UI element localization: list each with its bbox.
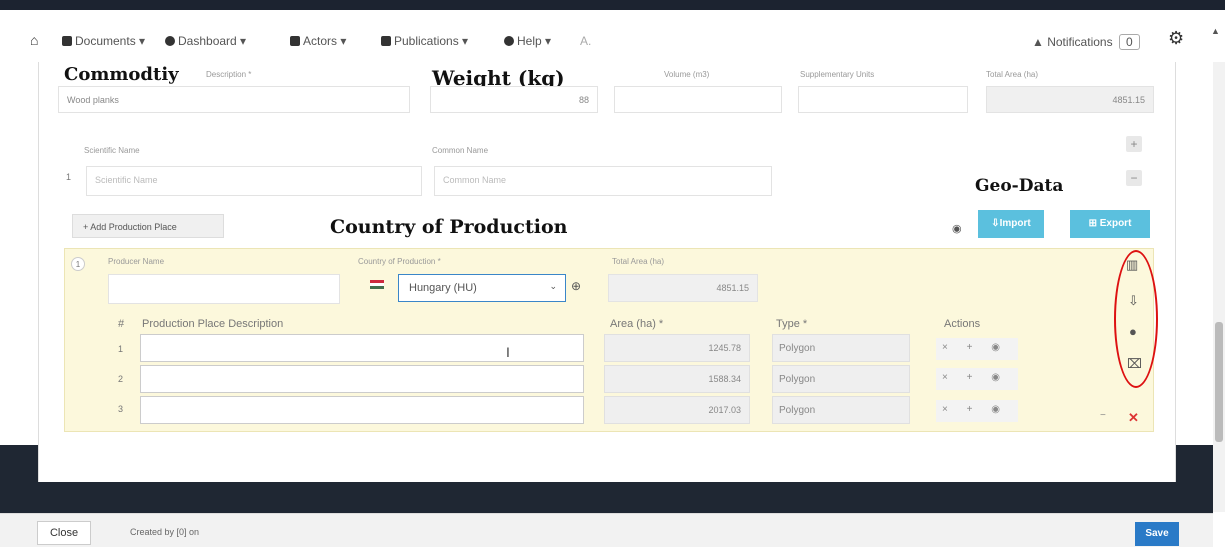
notifications-count: 0 xyxy=(1118,34,1140,50)
scientific-name-input[interactable]: Scientific Name xyxy=(86,166,422,196)
export-button[interactable]: ⊞ Export xyxy=(1070,210,1150,238)
row-num: 2 xyxy=(118,374,124,384)
top-navbar: ⌂ Documents ▾ Dashboard ▾ Actors ▾ Publi… xyxy=(0,0,1225,62)
description-input[interactable] xyxy=(140,334,584,362)
area-field: 1588.34 xyxy=(604,365,750,393)
producer-name-input[interactable] xyxy=(108,274,340,304)
panel-total-area-field: 4851.15 xyxy=(608,274,758,302)
save-button[interactable]: Save xyxy=(1135,522,1179,546)
col-area: Area (ha) * xyxy=(610,318,664,330)
annotation-country-of-production: Country of Production xyxy=(330,216,568,238)
volume-label: Volume (m3) xyxy=(664,70,710,79)
area-field: 2017.03 xyxy=(604,396,750,424)
document-icon xyxy=(62,36,72,46)
common-name-label: Common Name xyxy=(432,146,489,155)
delete-production-place-icon[interactable]: ✕ xyxy=(1128,410,1139,426)
globe-icon[interactable]: ⊕ xyxy=(571,279,581,293)
dashboard-icon xyxy=(165,36,175,46)
scroll-up-arrow-icon[interactable]: ▲ xyxy=(1211,26,1220,36)
publications-icon xyxy=(381,36,391,46)
collapse-dash-icon[interactable]: − xyxy=(1100,410,1106,421)
scrollbar-thumb[interactable] xyxy=(1215,322,1223,442)
import-button[interactable]: ⇩Import xyxy=(978,210,1044,238)
nav-truncated[interactable]: A. xyxy=(580,34,591,48)
panel-total-area-label: Total Area (ha) xyxy=(612,257,665,266)
type-field: Polygon xyxy=(772,365,910,393)
remove-species-button[interactable]: − xyxy=(1126,170,1142,186)
description-input[interactable] xyxy=(140,396,584,424)
nav-publications[interactable]: Publications ▾ xyxy=(381,34,468,48)
add-species-button[interactable]: + xyxy=(1126,136,1142,152)
help-icon xyxy=(504,36,514,46)
created-by-text: Created by [0] on xyxy=(130,527,200,537)
col-num: # xyxy=(118,318,125,330)
col-type: Type * xyxy=(776,318,808,330)
species-row-index: 1 xyxy=(66,172,72,182)
annotation-geo-data: Geo-Data xyxy=(975,176,1064,196)
modal-footer: Close Created by [0] on Save xyxy=(0,513,1213,547)
description-field[interactable]: Wood planks xyxy=(58,86,410,113)
eye-icon[interactable]: ◉ xyxy=(952,222,962,235)
notifications[interactable]: ▲ Notifications 0 xyxy=(1032,34,1140,50)
nav-actors[interactable]: Actors ▾ xyxy=(290,34,346,48)
text-cursor-icon: I xyxy=(506,344,510,360)
type-field: Polygon xyxy=(772,334,910,362)
description-label: Description * xyxy=(206,70,252,79)
col-actions: Actions xyxy=(944,318,981,330)
country-select[interactable]: Hungary (HU) ⌄ xyxy=(398,274,566,302)
user-gear-icon[interactable]: ⚙ xyxy=(1168,28,1184,49)
row-num: 1 xyxy=(118,344,124,354)
row-actions[interactable]: × + ◉ xyxy=(936,368,1018,390)
nav-dashboard[interactable]: Dashboard ▾ xyxy=(165,34,246,48)
row-actions[interactable]: × + ◉ xyxy=(936,400,1018,422)
area-field: 1245.78 xyxy=(604,334,750,362)
common-name-input[interactable]: Common Name xyxy=(434,166,772,196)
nav-help[interactable]: Help ▾ xyxy=(504,34,551,48)
chevron-down-icon: ⌄ xyxy=(549,281,557,291)
supplementary-units-field[interactable] xyxy=(798,86,968,113)
supplementary-units-label: Supplementary Units xyxy=(800,70,875,79)
add-production-place-button[interactable]: + Add Production Place xyxy=(72,214,224,238)
country-label: Country of Production * xyxy=(358,257,441,266)
total-area-field: 4851.15 xyxy=(986,86,1154,113)
production-index: 1 xyxy=(71,257,85,271)
type-field: Polygon xyxy=(772,396,910,424)
nav-documents[interactable]: Documents ▾ xyxy=(62,34,145,48)
hungary-flag-icon xyxy=(370,280,384,289)
row-num: 3 xyxy=(118,404,124,414)
actors-icon xyxy=(290,36,300,46)
total-area-label: Total Area (ha) xyxy=(986,70,1039,79)
col-description: Production Place Description xyxy=(142,318,284,330)
scientific-name-label: Scientific Name xyxy=(84,146,140,155)
volume-field[interactable] xyxy=(614,86,782,113)
row-actions[interactable]: × + ◉ xyxy=(936,338,1018,360)
producer-name-label: Producer Name xyxy=(108,257,165,266)
weight-field[interactable]: 88 xyxy=(430,86,598,113)
home-icon[interactable]: ⌂ xyxy=(30,32,38,48)
annotation-commodity: Commodtiy xyxy=(64,64,179,85)
description-input[interactable] xyxy=(140,365,584,393)
annotation-circle xyxy=(1114,250,1158,388)
close-button[interactable]: Close xyxy=(37,521,91,545)
page-scrollbar[interactable] xyxy=(1213,62,1225,512)
